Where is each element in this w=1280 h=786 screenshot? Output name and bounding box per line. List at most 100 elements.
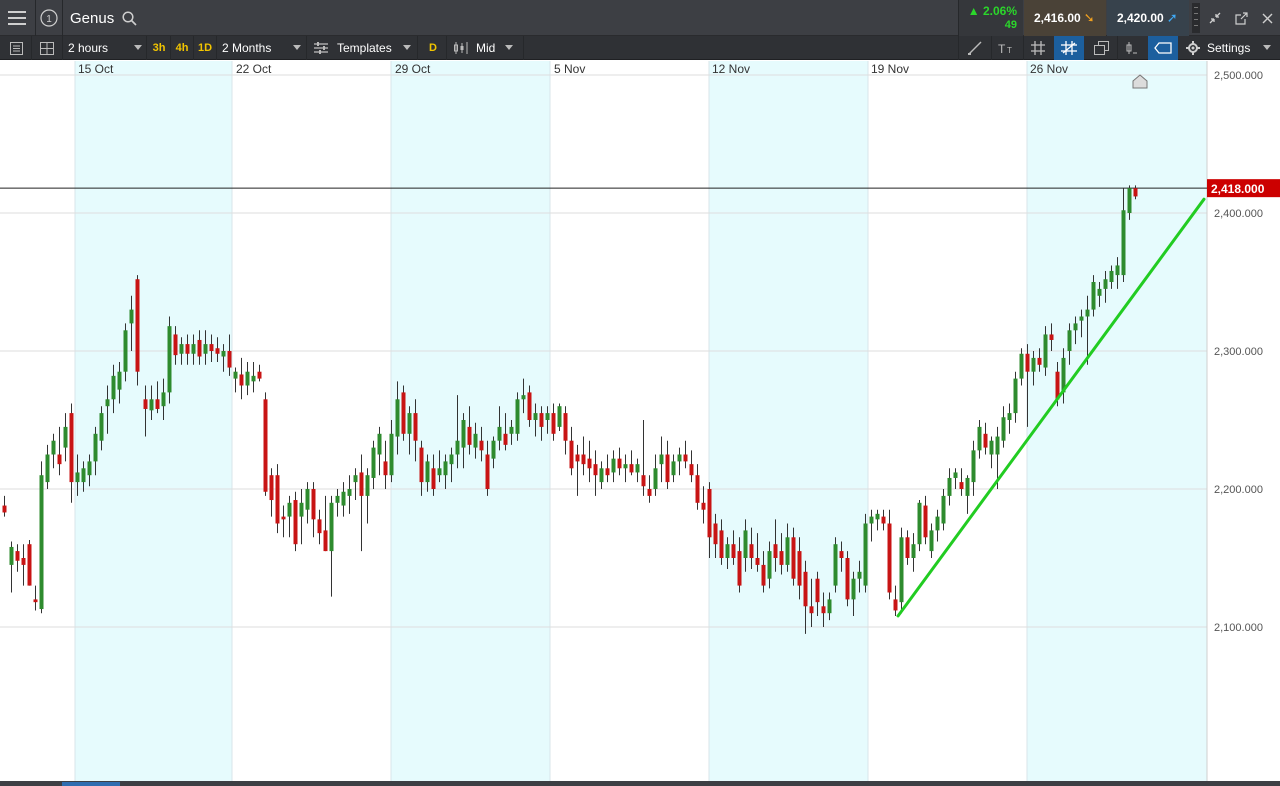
candle-up[interactable]	[449, 454, 454, 465]
candle-up[interactable]	[221, 351, 226, 357]
candle-down[interactable]	[33, 599, 38, 603]
candle-up[interactable]	[111, 375, 116, 400]
candle-up[interactable]	[105, 399, 110, 407]
candle-down[interactable]	[893, 599, 898, 611]
candle-up[interactable]	[497, 426, 502, 441]
candle-up[interactable]	[443, 461, 448, 476]
hamburger-menu-icon[interactable]	[0, 0, 34, 36]
candle-up[interactable]	[875, 513, 880, 520]
candle-up[interactable]	[129, 309, 134, 324]
candle-down[interactable]	[569, 440, 574, 469]
candle-down[interactable]	[383, 461, 388, 476]
candle-up[interactable]	[827, 599, 832, 614]
candle-up[interactable]	[725, 544, 730, 558]
candle-down[interactable]	[281, 516, 286, 520]
candle-down[interactable]	[173, 334, 178, 356]
candle-down[interactable]	[419, 447, 424, 483]
candle-up[interactable]	[39, 475, 44, 610]
candle-up[interactable]	[899, 537, 904, 603]
candle-down[interactable]	[227, 351, 232, 368]
candle-down[interactable]	[587, 458, 592, 469]
candle-up[interactable]	[341, 491, 346, 506]
candle-up[interactable]	[743, 530, 748, 558]
candle-up[interactable]	[869, 516, 874, 524]
candle-up[interactable]	[149, 399, 154, 411]
candle-up[interactable]	[491, 440, 496, 459]
candle-down[interactable]	[983, 433, 988, 448]
candle-down[interactable]	[749, 544, 754, 558]
candle-down[interactable]	[845, 558, 850, 600]
candle-up[interactable]	[233, 371, 238, 379]
candle-up[interactable]	[851, 578, 856, 600]
candle-down[interactable]	[641, 475, 646, 487]
candle-up[interactable]	[123, 330, 128, 372]
candle-up[interactable]	[1121, 210, 1126, 276]
candle-down[interactable]	[647, 489, 652, 496]
candle-down[interactable]	[155, 399, 160, 409]
candle-down[interactable]	[143, 399, 148, 409]
candle-up[interactable]	[857, 571, 862, 579]
candle-up[interactable]	[473, 433, 478, 448]
candle-down[interactable]	[731, 544, 736, 558]
candle-down[interactable]	[413, 413, 418, 441]
minimize-icon[interactable]	[1204, 0, 1226, 36]
buy-price-button[interactable]: 2,420.00 ➚	[1107, 0, 1189, 36]
candle-down[interactable]	[665, 454, 670, 483]
candle-up[interactable]	[437, 468, 442, 476]
pop-out-icon[interactable]	[1230, 0, 1252, 36]
candle-up[interactable]	[117, 371, 122, 390]
candle-up[interactable]	[353, 475, 358, 483]
candle-up[interactable]	[335, 495, 340, 503]
candle-up[interactable]	[1085, 309, 1090, 317]
chevron-down-icon[interactable]	[403, 45, 411, 50]
candle-down[interactable]	[359, 472, 364, 496]
candle-down[interactable]	[821, 606, 826, 614]
crosshair-grid-icon[interactable]	[1054, 36, 1084, 60]
candle-down[interactable]	[839, 551, 844, 558]
draw-line-icon[interactable]	[961, 36, 989, 60]
candle-up[interactable]	[1103, 279, 1108, 289]
candle-down[interactable]	[815, 578, 820, 603]
candle-down[interactable]	[719, 530, 724, 558]
candle-up[interactable]	[659, 454, 664, 465]
candle-up[interactable]	[635, 464, 640, 473]
candle-down[interactable]	[263, 399, 268, 492]
candle-up[interactable]	[251, 375, 256, 382]
list-view-icon[interactable]	[2, 36, 30, 60]
candle-up[interactable]	[521, 395, 526, 400]
candle-up[interactable]	[461, 420, 466, 448]
candle-up[interactable]	[161, 392, 166, 407]
candle-down[interactable]	[15, 551, 20, 561]
templates-dropdown[interactable]: Templates	[337, 36, 392, 60]
chart-canvas[interactable]: 15 Oct 22 Oct 29 Oct 5 Nov 12 Nov 19 Nov 26 No…	[0, 61, 1280, 781]
candle-up[interactable]	[917, 502, 922, 545]
candle-up[interactable]	[953, 472, 958, 478]
candle-up[interactable]	[203, 344, 208, 354]
candle-down[interactable]	[959, 482, 964, 489]
candle-down[interactable]	[593, 464, 598, 476]
candle-down[interactable]	[527, 392, 532, 420]
candle-down[interactable]	[617, 458, 622, 469]
candle-up[interactable]	[671, 461, 676, 476]
candle-up[interactable]	[395, 399, 400, 437]
candle-down[interactable]	[761, 564, 766, 586]
range-dropdown[interactable]: 2 Months	[222, 36, 271, 60]
grid-toggle-icon[interactable]	[1025, 36, 1051, 60]
candle-down[interactable]	[701, 502, 706, 510]
candle-down[interactable]	[431, 468, 436, 489]
candle-down[interactable]	[737, 551, 742, 586]
chevron-down-icon[interactable]	[134, 45, 142, 50]
candle-up[interactable]	[179, 344, 184, 354]
candle-up[interactable]	[287, 502, 292, 517]
candle-up[interactable]	[167, 326, 172, 393]
candle-down[interactable]	[575, 454, 580, 462]
candle-down[interactable]	[539, 413, 544, 427]
candle-up[interactable]	[371, 447, 376, 478]
candle-up[interactable]	[407, 413, 412, 434]
candle-down[interactable]	[605, 468, 610, 476]
candle-up[interactable]	[99, 413, 104, 441]
candle-up[interactable]	[1001, 417, 1006, 441]
interval-3h-button[interactable]: 3h	[148, 36, 170, 60]
daily-indicator-button[interactable]: D	[424, 36, 442, 60]
candle-up[interactable]	[365, 475, 370, 496]
